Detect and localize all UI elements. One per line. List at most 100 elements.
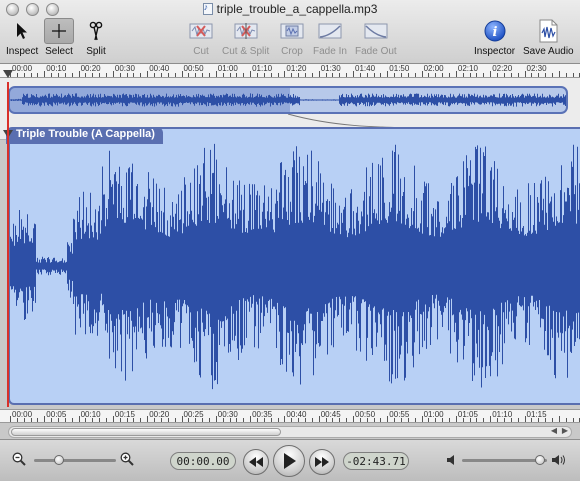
ruler-tick: [113, 416, 114, 422]
ruler-tick: [291, 73, 292, 77]
ruler-time-label: 01:30: [320, 64, 341, 73]
overview-timeline-ruler[interactable]: 00:00 00:10 00:20 00:30 00:40 00:50 01:00 01:10…: [0, 64, 580, 78]
volume-slider-knob[interactable]: [535, 455, 545, 465]
split-tool-button[interactable]: Split: [81, 18, 111, 60]
zoom-slider[interactable]: [34, 459, 116, 462]
ruler-time-label: 00:30: [217, 410, 238, 419]
ruler-tick: [552, 73, 553, 77]
ruler-tick: [346, 73, 347, 77]
scroll-right-arrow-icon[interactable]: ▶: [562, 426, 568, 435]
ruler-tick: [24, 73, 25, 77]
ruler-tick: [415, 418, 416, 422]
fade-out-icon: [361, 18, 391, 44]
track-waveform-area[interactable]: [8, 127, 580, 405]
ruler-tick: [312, 418, 313, 422]
fade-out-button[interactable]: Fade Out: [355, 18, 397, 60]
ruler-tick: [195, 73, 196, 77]
ruler-tick: [271, 73, 272, 77]
ruler-time-label: 01:20: [286, 64, 307, 73]
cut-button[interactable]: Cut: [186, 18, 216, 60]
magnifier-plus-icon[interactable]: [120, 452, 134, 469]
ruler-tick: [490, 71, 491, 77]
ruler-tick: [559, 416, 560, 422]
inspect-tool-button[interactable]: Inspect: [6, 18, 38, 60]
ruler-tick: [367, 73, 368, 77]
ruler-tick: [380, 73, 381, 77]
ruler-tick: [291, 418, 292, 422]
ruler-tick: [339, 418, 340, 422]
ruler-tick: [463, 73, 464, 77]
track-timeline-ruler[interactable]: 00:00 00:05 00:10 00:15 00:20 00:25 00:30 00:35…: [0, 409, 580, 423]
ruler-tick: [216, 71, 217, 77]
ruler-tick: [209, 418, 210, 422]
fade-in-icon: [315, 18, 345, 44]
ruler-time-label: 00:40: [149, 64, 170, 73]
ruler-tick: [127, 418, 128, 422]
ruler-tick: [37, 73, 38, 77]
ruler-tick: [428, 73, 429, 77]
ruler-tick: [278, 418, 279, 422]
ruler-tick: [168, 418, 169, 422]
scroll-left-arrow-icon[interactable]: ◀: [551, 426, 557, 435]
ruler-tick: [120, 418, 121, 422]
ruler-tick: [106, 418, 107, 422]
ruler-tick: [552, 418, 553, 422]
cut-and-split-button[interactable]: Cut & Split: [222, 18, 269, 60]
audio-file-icon: [202, 2, 213, 15]
track-title-tab[interactable]: Triple Trouble (A Cappella): [6, 127, 163, 144]
save-audio-button[interactable]: Save Audio: [523, 18, 574, 60]
ruler-tick: [31, 73, 32, 77]
play-button[interactable]: [273, 445, 305, 477]
ruler-tick: [353, 416, 354, 422]
crop-button[interactable]: Crop: [277, 18, 307, 60]
ruler-tick: [428, 418, 429, 422]
zoom-slider-knob[interactable]: [54, 455, 64, 465]
ruler-tick: [394, 73, 395, 77]
ruler-tick: [401, 418, 402, 422]
ruler-time-label: 02:10: [457, 64, 478, 73]
horizontal-scrollbar[interactable]: ◀ ▶: [8, 426, 572, 438]
playhead[interactable]: [7, 82, 9, 407]
ruler-tick: [456, 71, 457, 77]
ruler-time-label: 00:00: [12, 410, 33, 419]
current-time-display: 00:00.00: [170, 452, 236, 470]
rewind-button[interactable]: [243, 449, 269, 475]
crosshair-icon: [44, 18, 74, 44]
ruler-tick: [72, 418, 73, 422]
ruler-tick: [497, 73, 498, 77]
ruler-time-label: 00:25: [183, 410, 204, 419]
ruler-time-label: 00:50: [183, 64, 204, 73]
fade-in-button[interactable]: Fade In: [313, 18, 347, 60]
ruler-tick: [161, 73, 162, 77]
remaining-time-display: -02:43.71: [343, 452, 409, 470]
ruler-tick: [566, 73, 567, 77]
audio-document-icon: [533, 18, 563, 44]
inspector-button[interactable]: i Inspector: [474, 18, 515, 60]
ruler-time-label: 00:05: [46, 410, 67, 419]
select-tool-button[interactable]: Select: [44, 18, 74, 60]
overview-waveform[interactable]: [8, 86, 568, 114]
ruler-tick: [566, 418, 567, 422]
ruler-tick: [415, 73, 416, 77]
ruler-tick: [202, 418, 203, 422]
ruler-tick: [339, 73, 340, 77]
ruler-time-label: 01:00: [423, 410, 444, 419]
fast-forward-button[interactable]: [309, 449, 335, 475]
ruler-tick: [230, 418, 231, 422]
magnifier-minus-icon[interactable]: [12, 452, 26, 469]
toolbar: triple_trouble_a_cappella.mp3 Inspect Se…: [0, 0, 580, 64]
ruler-tick: [127, 73, 128, 77]
scrollbar-thumb[interactable]: [11, 428, 281, 436]
ruler-tick: [147, 71, 148, 77]
ruler-tick: [463, 418, 464, 422]
ruler-tick: [483, 418, 484, 422]
ruler-time-label: 01:50: [389, 64, 410, 73]
ruler-tick: [168, 73, 169, 77]
ruler-tick: [85, 73, 86, 77]
ruler-time-label: 02:00: [423, 64, 444, 73]
ruler-tick: [223, 73, 224, 77]
overview-playhead-marker[interactable]: [3, 70, 13, 78]
ruler-tick: [380, 418, 381, 422]
ruler-tick: [10, 416, 11, 422]
ruler-time-label: 00:20: [149, 410, 170, 419]
